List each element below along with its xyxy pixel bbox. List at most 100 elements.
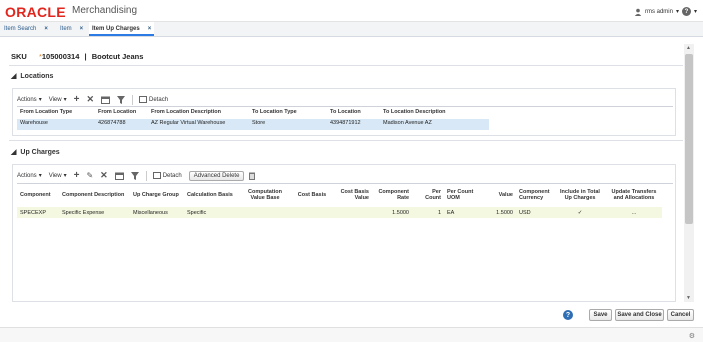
delete-icon[interactable]: ✕: [86, 94, 94, 105]
column-header[interactable]: Computation Value Base: [238, 188, 292, 202]
advanced-delete-button[interactable]: Advanced Delete: [188, 170, 245, 181]
app-name: Merchandising: [72, 5, 138, 16]
column-header[interactable]: Component Rate: [372, 188, 412, 202]
up-charges-toolbar: Actions ▾ View ▾ + ✎ ✕ Detach Advanced Del…: [17, 169, 262, 182]
add-icon[interactable]: +: [74, 170, 80, 181]
vertical-scrollbar[interactable]: ▲ ▼: [684, 44, 694, 302]
column-header[interactable]: Component Currency: [516, 188, 554, 202]
column-header[interactable]: To Location Description: [380, 108, 480, 116]
calendar-icon[interactable]: [101, 96, 111, 104]
chevron-down-icon: ▾: [63, 97, 67, 103]
delete-icon[interactable]: ✕: [100, 170, 108, 181]
cell: Specific Expense: [62, 209, 105, 216]
cell: Miscellaneous: [133, 209, 168, 216]
tab-item-up-charges[interactable]: Item Up Charges ×: [89, 22, 155, 36]
actions-menu[interactable]: Actions ▾: [17, 96, 42, 104]
close-tab-icon[interactable]: ×: [44, 26, 48, 32]
tab-label: Item: [60, 26, 72, 32]
table-row[interactable]: SPECEXP Specific Expense Miscellaneous S…: [17, 207, 662, 218]
column-header[interactable]: To Location Type: [249, 108, 327, 116]
accessibility-icon[interactable]: ⚙: [689, 332, 695, 340]
edit-pencil-icon[interactable]: ✎: [86, 171, 93, 180]
cell: Madison Avenue AZ: [383, 120, 432, 126]
scroll-up-icon[interactable]: ▲: [686, 45, 691, 51]
detach-button[interactable]: Detach: [152, 172, 182, 179]
column-header[interactable]: From Location Description: [148, 108, 249, 116]
chevron-down-icon: ▾: [38, 173, 42, 179]
help-icon[interactable]: ?: [563, 310, 573, 320]
cell: 426874788: [98, 120, 126, 126]
up-charges-header[interactable]: ◢ Up Charges: [11, 148, 60, 157]
cell: AZ Regular Virtual Warehouse: [151, 120, 226, 126]
column-header[interactable]: From Location Type: [17, 108, 95, 116]
actions-menu[interactable]: Actions ▾: [17, 172, 42, 180]
save-button[interactable]: Save: [589, 309, 612, 321]
view-menu[interactable]: View ▾: [49, 96, 67, 104]
collapse-triangle-icon[interactable]: ◢: [11, 148, 16, 156]
column-header[interactable]: Value: [482, 191, 516, 199]
column-header[interactable]: Cost Basis: [292, 191, 332, 199]
cell: 4394871912: [330, 120, 361, 126]
column-header[interactable]: Up Charge Group: [130, 191, 184, 199]
detach-icon: [139, 96, 148, 103]
close-tab-icon[interactable]: ×: [148, 26, 152, 32]
user-menu[interactable]: rms admin: [645, 9, 673, 15]
table-row[interactable]: Warehouse 426874788 AZ Regular Virtual W…: [17, 119, 489, 130]
column-header[interactable]: Calculation Basis: [184, 191, 238, 199]
help-glyph: ?: [684, 8, 689, 15]
chevron-down-icon: ▾: [38, 97, 42, 103]
scroll-down-icon[interactable]: ▼: [686, 295, 691, 301]
trash-icon[interactable]: [249, 172, 256, 180]
column-header[interactable]: Per Count UOM: [444, 188, 482, 202]
cancel-button[interactable]: Cancel: [667, 309, 694, 321]
help-chevron-icon[interactable]: ▾: [694, 8, 697, 15]
up-charges-table: Component Component Description Up Charg…: [17, 183, 673, 300]
user-chevron-icon[interactable]: ▾: [676, 8, 679, 15]
column-header[interactable]: Per Count: [412, 188, 444, 202]
column-header[interactable]: Component Description: [59, 191, 130, 199]
cell: [292, 212, 332, 214]
main-content: SKU *105000314 | Bootcut Jeans ◢ Locatio…: [9, 40, 683, 302]
filter-icon[interactable]: [130, 171, 139, 180]
column-header[interactable]: From Location: [95, 108, 148, 116]
collapse-triangle-icon[interactable]: ◢: [11, 72, 16, 80]
help-icon[interactable]: ?: [681, 7, 691, 16]
tab-item-search[interactable]: Item Search ×: [4, 22, 48, 36]
view-menu[interactable]: View ▾: [49, 172, 67, 180]
calendar-icon[interactable]: [114, 172, 124, 180]
cell: [238, 212, 292, 214]
cell: Store: [252, 120, 266, 126]
cell: 1: [437, 209, 441, 216]
tab-item[interactable]: Item ×: [60, 22, 83, 36]
column-header[interactable]: Cost Basis Value: [332, 188, 372, 202]
filter-icon[interactable]: [117, 95, 126, 104]
header-right: rms admin ▾ ? ▾: [634, 7, 697, 16]
detach-icon: [152, 172, 161, 179]
add-icon[interactable]: +: [74, 94, 80, 105]
locations-table-header: From Location Type From Location From Lo…: [17, 108, 480, 116]
locations-panel: Actions ▾ View ▾ + ✕ Detach From Location …: [12, 88, 676, 136]
save-and-close-button[interactable]: Save and Close: [615, 309, 664, 321]
locations-header[interactable]: ◢ Locations: [11, 72, 54, 81]
up-charges-title: Up Charges: [20, 148, 60, 156]
column-header[interactable]: Update Transfers and Allocations: [606, 188, 662, 202]
column-header[interactable]: Include in Total Up Charges: [554, 188, 606, 202]
chevron-down-icon: ▾: [63, 173, 67, 179]
column-header[interactable]: Component: [17, 191, 59, 199]
cell: 1.5000: [392, 209, 409, 216]
detach-button[interactable]: Detach: [139, 96, 168, 103]
locations-title: Locations: [20, 72, 54, 80]
cell: [332, 212, 372, 214]
ellipsis-button[interactable]: ...: [606, 209, 662, 217]
tab-bar: Item Search × Item × Item Up Charges ×: [0, 22, 703, 37]
sku-name: Bootcut Jeans: [91, 52, 144, 61]
sku-label: SKU: [11, 52, 27, 61]
app-header: ORACLE Merchandising rms admin ▾ ? ▾: [0, 0, 703, 22]
cell: EA: [447, 209, 455, 216]
close-tab-icon[interactable]: ×: [80, 26, 84, 32]
scroll-thumb[interactable]: [685, 54, 693, 224]
cell: Warehouse: [20, 120, 48, 126]
divider: [9, 140, 683, 141]
column-header[interactable]: To Location: [327, 108, 380, 116]
toolbar-separator: [145, 170, 147, 181]
